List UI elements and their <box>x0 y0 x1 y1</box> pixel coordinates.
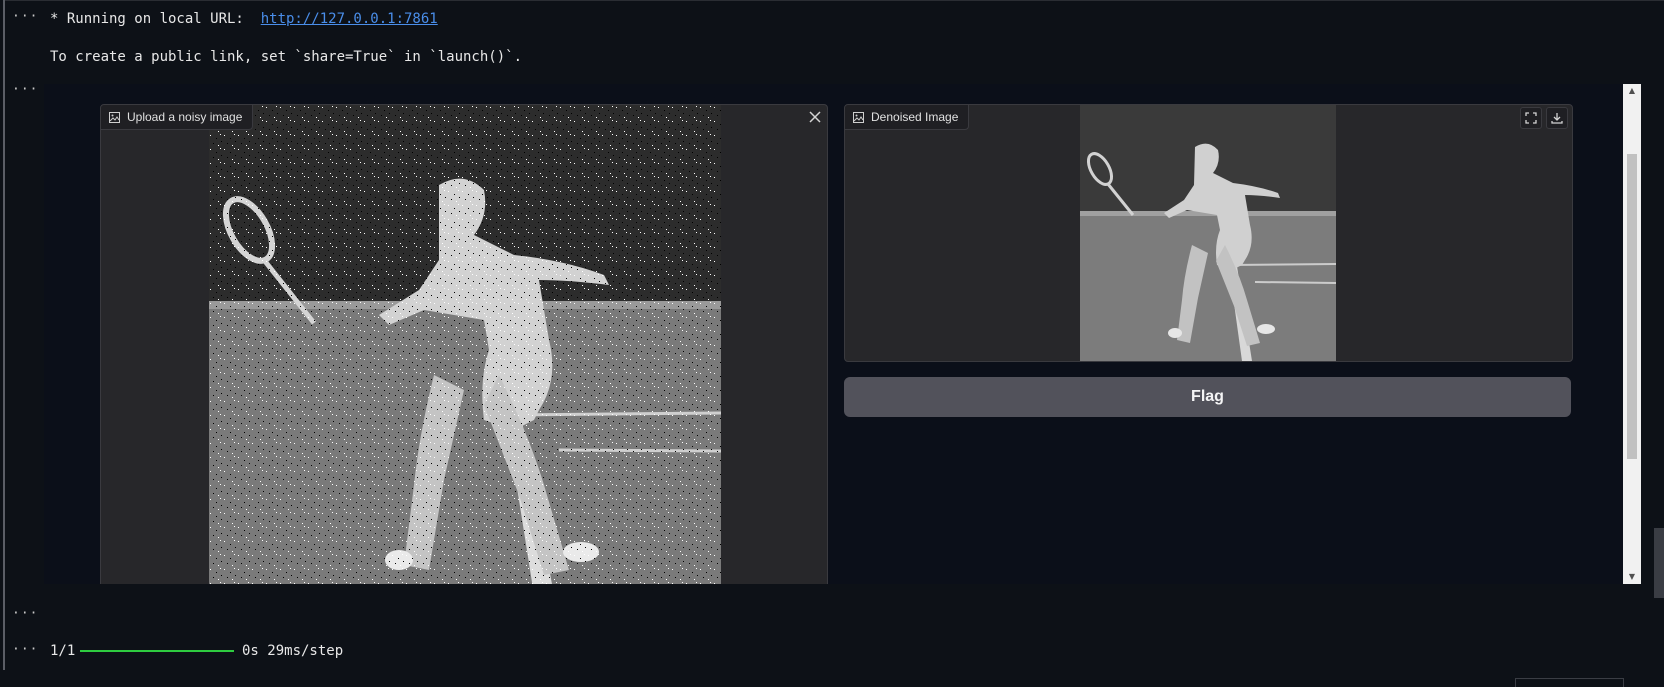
scroll-thumb[interactable] <box>1627 154 1637 459</box>
cell-top-border <box>5 0 1664 1</box>
running-line: * Running on local URL: http://127.0.0.1… <box>50 11 438 27</box>
progress-bar <box>80 650 234 652</box>
gradio-app: Upload a noisy image Denoised Image Flag <box>44 84 1641 584</box>
flag-button[interactable]: Flag <box>844 377 1571 417</box>
iframe-scrollbar[interactable]: ▲ ▼ <box>1623 84 1641 584</box>
input-image-label: Upload a noisy image <box>101 105 254 130</box>
progress-count: 1/1 <box>50 643 76 659</box>
output-ellipsis-1[interactable]: ··· <box>12 9 38 24</box>
input-image-label-text: Upload a noisy image <box>127 110 243 124</box>
scroll-down-arrow[interactable]: ▼ <box>1623 570 1641 584</box>
close-icon[interactable] <box>805 107 825 127</box>
status-box <box>1515 678 1624 687</box>
output-image-panel[interactable]: Denoised Image <box>844 104 1573 362</box>
scroll-up-arrow[interactable]: ▲ <box>1623 84 1641 98</box>
image-icon <box>109 111 120 123</box>
download-icon[interactable] <box>1546 107 1568 129</box>
output-ellipsis-3[interactable]: ··· <box>12 606 38 621</box>
denoised-image <box>1080 105 1336 361</box>
public-link-text: To create a public link, set `share=True… <box>50 49 523 65</box>
output-image-label: Denoised Image <box>845 105 970 130</box>
image-icon <box>853 111 864 123</box>
page-scrollbar-thumb[interactable] <box>1654 528 1664 598</box>
noisy-image <box>209 105 721 584</box>
output-ellipsis-2[interactable]: ··· <box>12 82 38 97</box>
fullscreen-icon[interactable] <box>1520 107 1542 129</box>
progress-stats: 0s 29ms/step <box>242 643 344 659</box>
local-url-link[interactable]: http://127.0.0.1:7861 <box>261 11 438 27</box>
input-image-panel[interactable]: Upload a noisy image <box>100 104 828 584</box>
cell-left-border <box>3 0 5 670</box>
running-prefix: * Running on local URL: <box>50 11 261 27</box>
output-ellipsis-4[interactable]: ··· <box>12 642 38 657</box>
output-image-label-text: Denoised Image <box>871 110 959 124</box>
